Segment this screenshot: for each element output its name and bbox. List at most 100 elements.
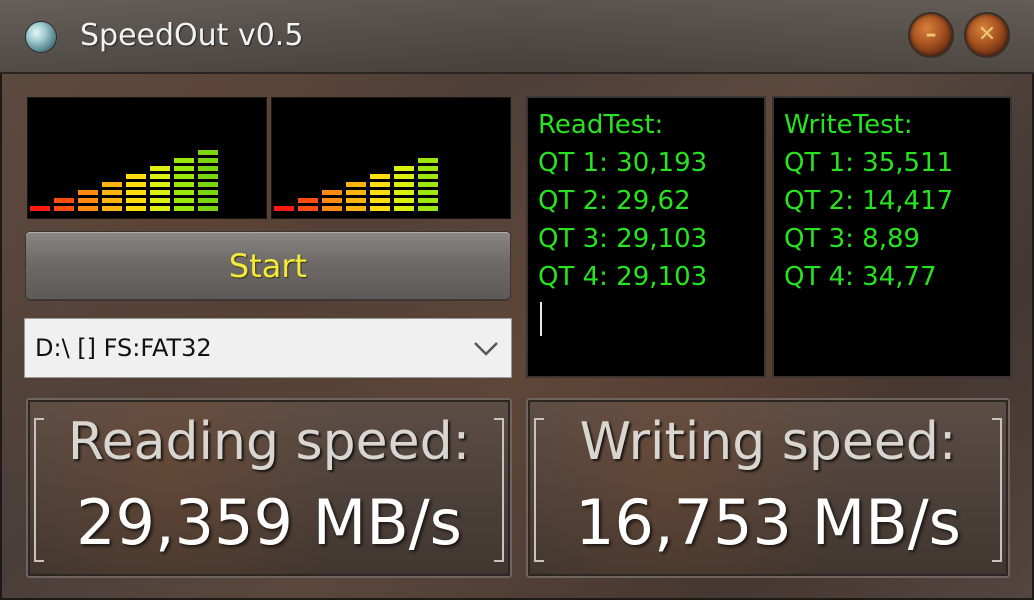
writing-speed-panel: Writing speed: 16,753 MB/s — [526, 398, 1010, 578]
level-segment — [418, 182, 438, 187]
read-test-line: QT 4: 29,103 — [538, 262, 708, 292]
level-segment — [150, 198, 170, 203]
level-segment — [370, 182, 390, 187]
level-segment — [394, 190, 414, 195]
level-segment — [198, 150, 218, 155]
level-segment — [174, 190, 194, 195]
read-test-heading: ReadTest: — [538, 110, 664, 140]
level-segment — [174, 198, 194, 203]
chevron-down-icon — [474, 342, 498, 356]
read-test-line: QT 1: 30,193 — [538, 148, 708, 178]
reading-speed-panel: Reading speed: 29,359 MB/s — [26, 398, 512, 578]
level-segment — [198, 174, 218, 179]
level-segment — [54, 206, 74, 211]
level-segment — [174, 158, 194, 163]
level-segment — [346, 182, 366, 187]
level-segment — [174, 166, 194, 171]
level-segment — [394, 198, 414, 203]
write-level-meter — [272, 98, 510, 218]
level-segment — [150, 206, 170, 211]
write-test-line: QT 3: 8,89 — [784, 224, 921, 254]
write-level-bars — [274, 158, 438, 211]
level-segment — [346, 206, 366, 211]
level-segment — [198, 166, 218, 171]
text-caret — [540, 302, 542, 336]
level-segment — [198, 190, 218, 195]
level-segment — [418, 166, 438, 171]
level-segment — [418, 206, 438, 211]
level-segment — [370, 174, 390, 179]
level-segment — [322, 206, 342, 211]
level-segment — [418, 158, 438, 163]
level-segment — [394, 166, 414, 171]
reading-speed-label: Reading speed: — [67, 412, 471, 472]
level-segment — [102, 190, 122, 195]
level-segment — [198, 158, 218, 163]
level-segment — [418, 174, 438, 179]
close-button[interactable]: ✕ — [966, 14, 1008, 56]
writing-speed-value: 16,753 MB/s — [575, 486, 961, 559]
level-segment — [102, 198, 122, 203]
level-segment — [370, 206, 390, 211]
level-segment — [102, 182, 122, 187]
level-segment — [126, 206, 146, 211]
writing-speed-label: Writing speed: — [579, 412, 957, 472]
level-segment — [78, 190, 98, 195]
level-segment — [418, 190, 438, 195]
level-segment — [394, 182, 414, 187]
level-segment — [418, 198, 438, 203]
read-test-line: QT 2: 29,62 — [538, 186, 691, 216]
level-segment — [30, 206, 50, 211]
level-segment — [298, 206, 318, 211]
level-segment — [198, 206, 218, 211]
read-test-line: QT 3: 29,103 — [538, 224, 708, 254]
level-segment — [174, 182, 194, 187]
level-segment — [198, 182, 218, 187]
minimize-icon: – — [925, 22, 937, 47]
write-test-line: QT 1: 35,511 — [784, 148, 954, 178]
level-segment — [102, 206, 122, 211]
level-segment — [150, 182, 170, 187]
level-segment — [126, 190, 146, 195]
level-segment — [78, 206, 98, 211]
level-segment — [346, 190, 366, 195]
level-segment — [322, 190, 342, 195]
window-title: SpeedOut v0.5 — [80, 18, 304, 53]
level-segment — [150, 190, 170, 195]
level-segment — [298, 198, 318, 203]
level-segment — [126, 174, 146, 179]
level-segment — [150, 174, 170, 179]
read-test-log[interactable]: ReadTest: QT 1: 30,193 QT 2: 29,62 QT 3:… — [528, 98, 764, 376]
read-level-meter — [28, 98, 266, 218]
level-segment — [346, 198, 366, 203]
app-window: SpeedOut v0.5 – ✕ Start D:\ [] FS:FAT32 … — [0, 0, 1034, 600]
level-segment — [150, 166, 170, 171]
level-segment — [174, 174, 194, 179]
drive-select-value: D:\ [] FS:FAT32 — [35, 334, 212, 362]
level-segment — [394, 174, 414, 179]
app-icon — [26, 22, 56, 52]
level-segment — [394, 206, 414, 211]
title-bar[interactable]: SpeedOut v0.5 – ✕ — [0, 0, 1034, 74]
level-segment — [274, 206, 294, 211]
start-button[interactable]: Start — [26, 232, 510, 300]
level-segment — [198, 198, 218, 203]
level-segment — [174, 206, 194, 211]
level-segment — [78, 198, 98, 203]
write-test-heading: WriteTest: — [784, 110, 913, 140]
start-button-label: Start — [228, 247, 308, 285]
level-segment — [126, 182, 146, 187]
minimize-button[interactable]: – — [910, 14, 952, 56]
read-level-bars — [30, 150, 218, 211]
reading-speed-value: 29,359 MB/s — [76, 486, 462, 559]
drive-select[interactable]: D:\ [] FS:FAT32 — [24, 318, 512, 378]
write-test-line: QT 2: 14,417 — [784, 186, 954, 216]
level-segment — [126, 198, 146, 203]
close-icon: ✕ — [977, 22, 997, 47]
level-segment — [370, 190, 390, 195]
write-test-log[interactable]: WriteTest: QT 1: 35,511 QT 2: 14,417 QT … — [774, 98, 1010, 376]
level-segment — [54, 198, 74, 203]
level-segment — [370, 198, 390, 203]
write-test-line: QT 4: 34,77 — [784, 262, 937, 292]
level-segment — [322, 198, 342, 203]
